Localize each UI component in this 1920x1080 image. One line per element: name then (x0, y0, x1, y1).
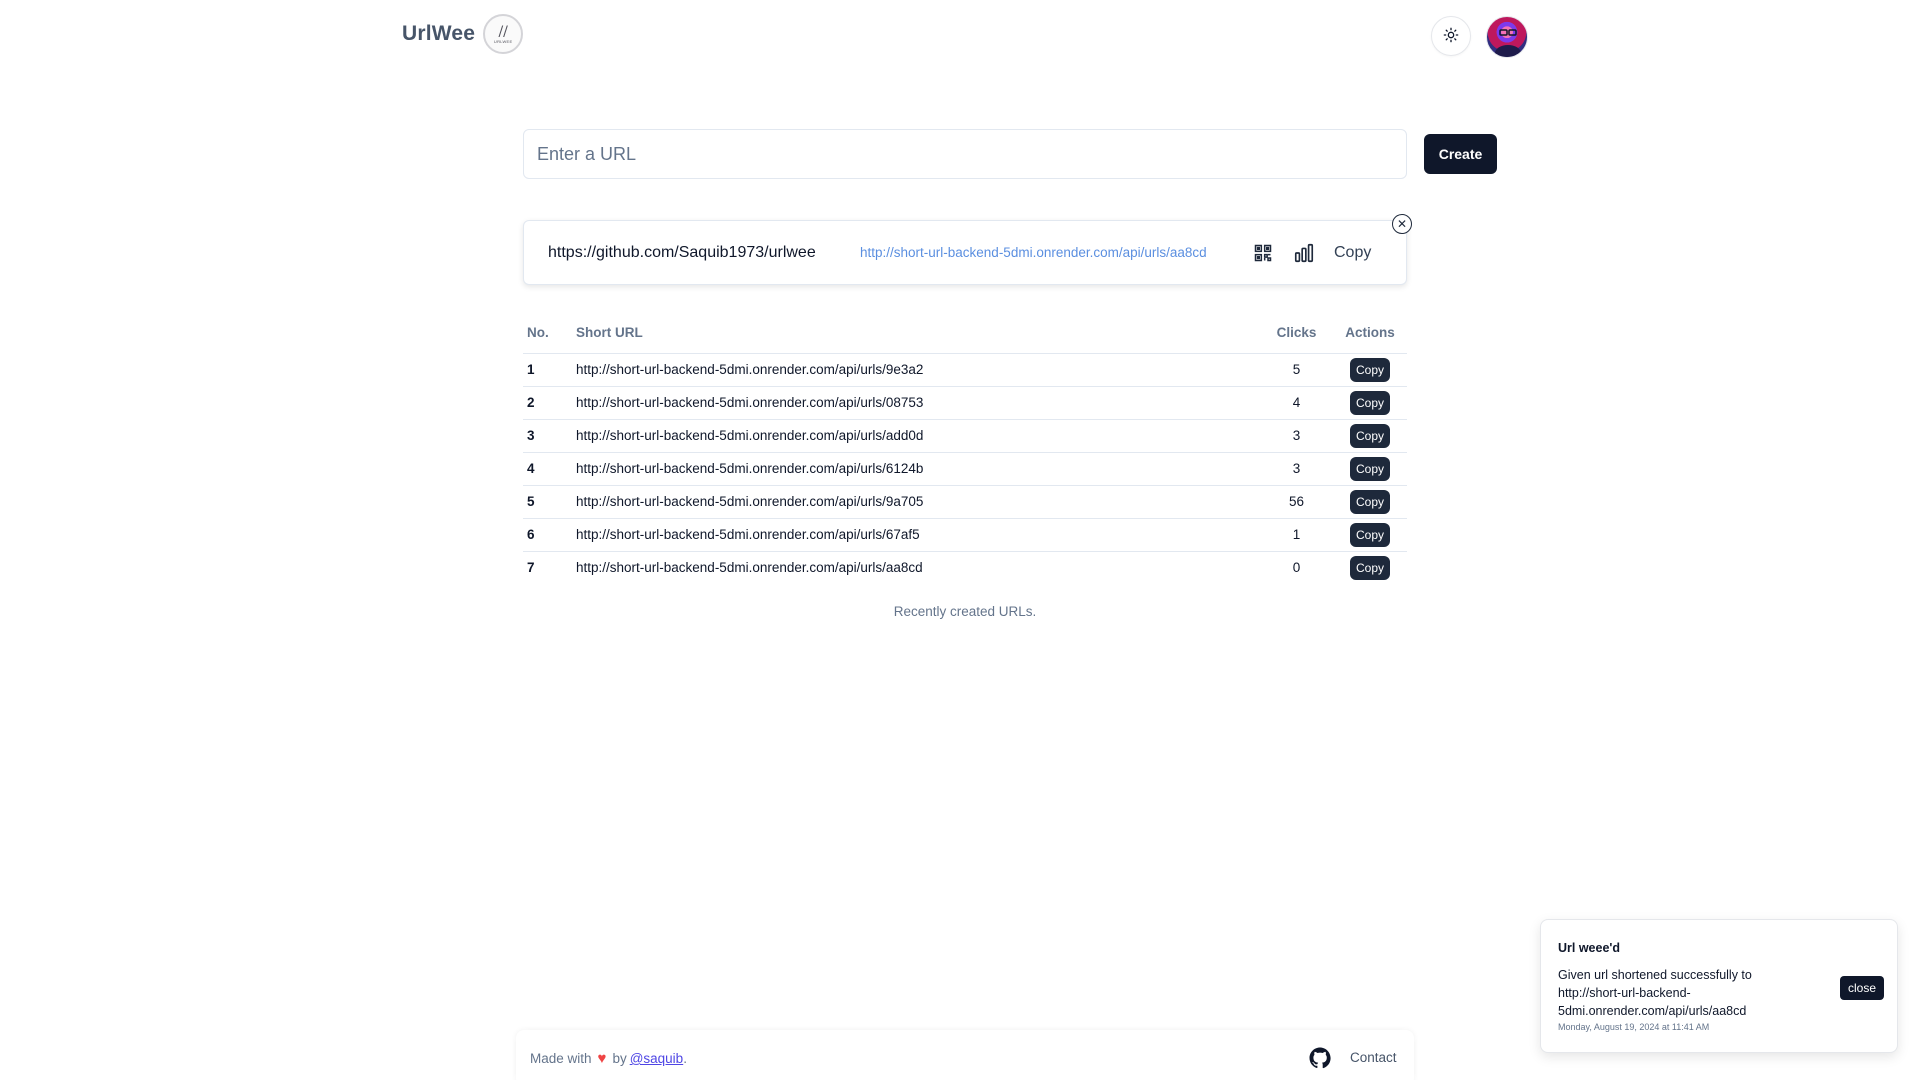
footer: Made with ♥ by @saquib. Contact (516, 1030, 1414, 1080)
brand-name[interactable]: UrlWee (402, 22, 475, 46)
row-copy-button[interactable]: Copy (1349, 357, 1390, 382)
row-short-url: http://short-url-backend-5dmi.onrender.c… (576, 518, 1260, 552)
close-circle-icon[interactable]: ✕ (1392, 214, 1412, 234)
toast-timestamp: Monday, August 19, 2024 at 11:41 AM (1558, 1022, 1710, 1032)
toast-close-button[interactable]: close (1840, 976, 1884, 1000)
row-short-url: http://short-url-backend-5dmi.onrender.c… (576, 353, 1260, 387)
brand[interactable]: UrlWee // URLWEE (402, 14, 524, 54)
create-button[interactable]: Create (1424, 134, 1497, 174)
row-clicks: 3 (1260, 419, 1333, 453)
row-number: 7 (527, 560, 535, 576)
table-caption: Recently created URLs. (893, 604, 1037, 619)
row-copy-button[interactable]: Copy (1349, 390, 1390, 415)
row-clicks: 0 (1292, 560, 1301, 576)
header-short-url: Short URL (576, 313, 1260, 354)
row-number: 3 (523, 419, 576, 453)
row-number: 2 (523, 386, 576, 420)
made-with-text: Made with (530, 1051, 592, 1066)
logo-mark: // (498, 23, 508, 40)
row-short-url: http://short-url-backend-5dmi.onrender.c… (576, 485, 1260, 519)
logo-text: URLWEE (493, 38, 513, 44)
sun-icon (1443, 27, 1459, 46)
row-copy-button[interactable]: Copy (1349, 522, 1390, 547)
url-input[interactable] (523, 129, 1407, 179)
table-row: 1 http://short-url-backend-5dmi.onrender… (523, 353, 1407, 387)
copy-short-url-button[interactable]: Copy (1334, 244, 1371, 262)
result-card: https://github.com/Saquib1973/urlwee htt… (523, 220, 1407, 285)
row-clicks: 3 (1260, 452, 1333, 486)
by-text: by (612, 1051, 627, 1066)
toast-title: Url weee'd (1558, 941, 1621, 955)
period-text: . (683, 1051, 687, 1066)
table-row: 2 http://short-url-backend-5dmi.onrender… (523, 386, 1407, 420)
table-row: 7 http://short-url-backend-5dmi.onrender… (523, 551, 1407, 584)
row-clicks: 5 (1260, 353, 1333, 387)
table-header-row: No. Short URL Clicks Actions (523, 313, 1407, 354)
header-clicks: Clicks (1260, 313, 1333, 354)
original-url: https://github.com/Saquib1973/urlwee (548, 244, 816, 261)
theme-toggle-button[interactable] (1431, 16, 1471, 56)
table-row: 6 http://short-url-backend-5dmi.onrender… (523, 518, 1407, 552)
row-number: 5 (523, 485, 576, 519)
row-copy-button[interactable]: Copy (1349, 423, 1390, 448)
toast-notification: Url weee'd Given url shortened successfu… (1540, 919, 1898, 1053)
row-short-url: http://short-url-backend-5dmi.onrender.c… (576, 560, 923, 576)
table-row: 4 http://short-url-backend-5dmi.onrender… (523, 452, 1407, 486)
row-number: 1 (523, 353, 576, 387)
bar-chart-icon[interactable] (1291, 240, 1317, 266)
avatar[interactable] (1486, 16, 1528, 58)
header-no: No. (523, 313, 576, 354)
short-url-link[interactable]: http://short-url-backend-5dmi.onrender.c… (860, 245, 1207, 260)
author-link[interactable]: @saquib (630, 1051, 684, 1066)
qr-code-icon[interactable] (1251, 241, 1275, 265)
table-row: 5 http://short-url-backend-5dmi.onrender… (523, 485, 1407, 519)
row-number: 6 (523, 518, 576, 552)
row-copy-button[interactable]: Copy (1349, 489, 1390, 514)
row-short-url: http://short-url-backend-5dmi.onrender.c… (576, 452, 1260, 486)
row-copy-button[interactable]: Copy (1349, 456, 1390, 481)
heart-icon: ♥ (597, 1050, 607, 1067)
contact-link[interactable]: Contact (1350, 1050, 1397, 1065)
row-short-url: http://short-url-backend-5dmi.onrender.c… (576, 419, 1260, 453)
row-copy-button[interactable]: Copy (1349, 555, 1390, 580)
toast-message: Given url shortened successfully to http… (1558, 968, 1752, 1018)
header-actions: Actions (1333, 313, 1407, 354)
row-number: 4 (523, 452, 576, 486)
header: UrlWee // URLWEE (0, 0, 1920, 74)
footer-credit: Made with ♥ by @saquib. (530, 1050, 687, 1067)
row-short-url: http://short-url-backend-5dmi.onrender.c… (576, 386, 1260, 420)
github-icon[interactable] (1308, 1046, 1332, 1070)
table-row: 3 http://short-url-backend-5dmi.onrender… (523, 419, 1407, 453)
row-clicks: 1 (1260, 518, 1333, 552)
row-clicks: 56 (1260, 485, 1333, 519)
recent-urls-table: No. Short URL Clicks Actions 1 http://sh… (523, 313, 1407, 619)
brand-logo[interactable]: // URLWEE (483, 14, 524, 54)
row-clicks: 4 (1260, 386, 1333, 420)
